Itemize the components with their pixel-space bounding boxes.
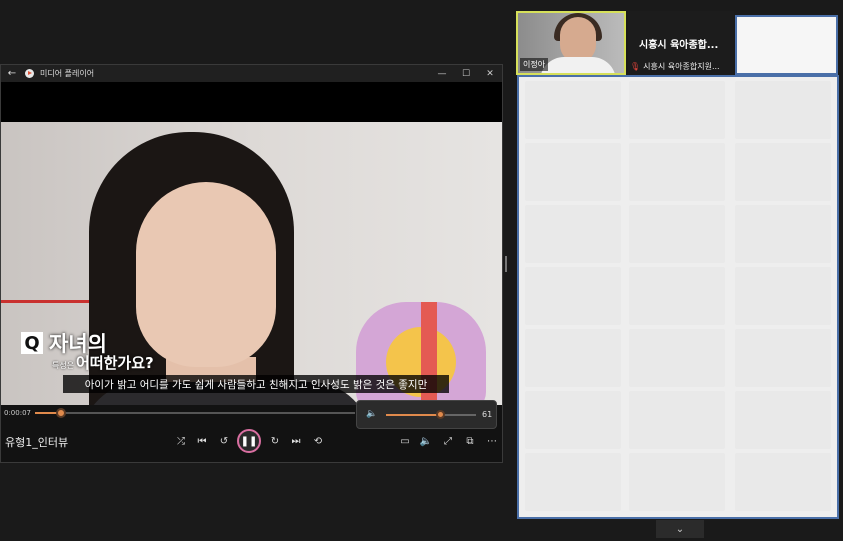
question-subtitle: 어떠한가요? — [76, 354, 154, 372]
gallery-tile[interactable] — [735, 267, 831, 325]
video-frame[interactable]: Q 자녀의 특성은 어떠한가요? 아이가 밝고 어디를 가도 쉽게 사람들하고 … — [1, 122, 502, 405]
splitter-handle[interactable] — [505, 256, 507, 272]
player-titlebar: ← 미디어 플레이어 — ☐ ✕ — [1, 65, 502, 82]
muted-mic-icon: 🎙 — [630, 62, 641, 71]
close-button[interactable]: ✕ — [478, 69, 502, 79]
gallery-next-page-button[interactable]: ⌄ — [656, 520, 704, 538]
shuffle-icon[interactable]: ⤮ — [173, 433, 189, 449]
gallery-tile[interactable] — [629, 329, 725, 387]
player-title: 미디어 플레이어 — [40, 69, 95, 78]
gallery-tile[interactable] — [525, 205, 621, 263]
gallery-tile[interactable] — [525, 267, 621, 325]
video-caption: 아이가 밝고 어디를 가도 쉽게 사람들하고 친해지고 인사성도 밝은 것은 좋… — [63, 375, 449, 393]
gallery-tile[interactable] — [735, 81, 831, 139]
participant-name-text: 시흥시 육아종합지원... — [643, 62, 720, 71]
gallery-tile[interactable] — [735, 143, 831, 201]
volume-popup: 🔈 61 — [356, 400, 497, 429]
speaker-face — [136, 182, 276, 367]
gallery-tile[interactable] — [629, 143, 725, 201]
selected-participant-tile[interactable] — [735, 15, 838, 75]
gallery-tile[interactable] — [629, 205, 725, 263]
gallery-tile[interactable] — [525, 81, 621, 139]
volume-slider[interactable] — [386, 414, 476, 416]
gallery-tile[interactable] — [735, 453, 831, 511]
participant-name-label: 🎙 시흥시 육아종합지원... — [630, 61, 720, 72]
volume-value: 61 — [482, 410, 493, 419]
previous-icon[interactable]: ⏮ — [194, 433, 210, 449]
media-player-app-icon — [25, 69, 34, 78]
fullscreen-icon[interactable]: ⤢ — [440, 433, 456, 449]
maximize-button[interactable]: ☐ — [454, 69, 478, 79]
gallery-tile[interactable] — [525, 391, 621, 449]
mini-player-icon[interactable]: ⧉ — [462, 433, 478, 449]
gallery-tile[interactable] — [629, 453, 725, 511]
gallery-tile[interactable] — [525, 453, 621, 511]
volume-icon[interactable]: 🔈 — [418, 433, 434, 449]
seek-bar[interactable] — [35, 408, 355, 418]
self-name-label: 이정아 — [520, 58, 549, 71]
gallery-tile[interactable] — [735, 329, 831, 387]
subtitles-icon[interactable]: ▭ — [397, 433, 413, 449]
gallery-tile[interactable] — [525, 329, 621, 387]
seek-bar-thumb[interactable] — [55, 408, 66, 418]
gallery-tile[interactable] — [629, 391, 725, 449]
current-time: 0:00:07 — [4, 409, 31, 417]
next-icon[interactable]: ⏭ — [288, 433, 304, 449]
participant-gallery-overlay[interactable] — [517, 75, 839, 519]
gallery-tile[interactable] — [629, 267, 725, 325]
repeat-icon[interactable]: ⟲ — [310, 433, 326, 449]
participant-display-name: 시흥시 육아종합... — [639, 40, 719, 51]
more-options-icon[interactable]: ⋯ — [484, 433, 500, 449]
volume-slider-thumb[interactable] — [435, 410, 445, 419]
back-arrow-icon[interactable]: ← — [5, 68, 19, 79]
participant-tile-host[interactable]: 시흥시 육아종합... 🎙 시흥시 육아종합지원... — [628, 11, 734, 75]
volume-slider-fill — [386, 414, 441, 416]
speaker-icon[interactable]: 🔈 — [366, 409, 377, 419]
gallery-tile[interactable] — [735, 205, 831, 263]
question-small-label: 특성은 — [52, 361, 75, 370]
gallery-tile[interactable] — [735, 391, 831, 449]
track-name: 유형1_인터뷰 — [5, 436, 69, 449]
gallery-tile[interactable] — [629, 81, 725, 139]
gallery-tile[interactable] — [525, 143, 621, 201]
pause-button[interactable]: ❚❚ — [237, 429, 261, 453]
self-video-tile[interactable]: 이정아 — [516, 11, 626, 75]
minimize-button[interactable]: — — [430, 69, 454, 79]
fast-forward-icon[interactable]: ↻ — [267, 433, 283, 449]
rewind-icon[interactable]: ↺ — [216, 433, 232, 449]
question-badge: Q — [21, 332, 43, 354]
participant-body — [540, 57, 616, 73]
